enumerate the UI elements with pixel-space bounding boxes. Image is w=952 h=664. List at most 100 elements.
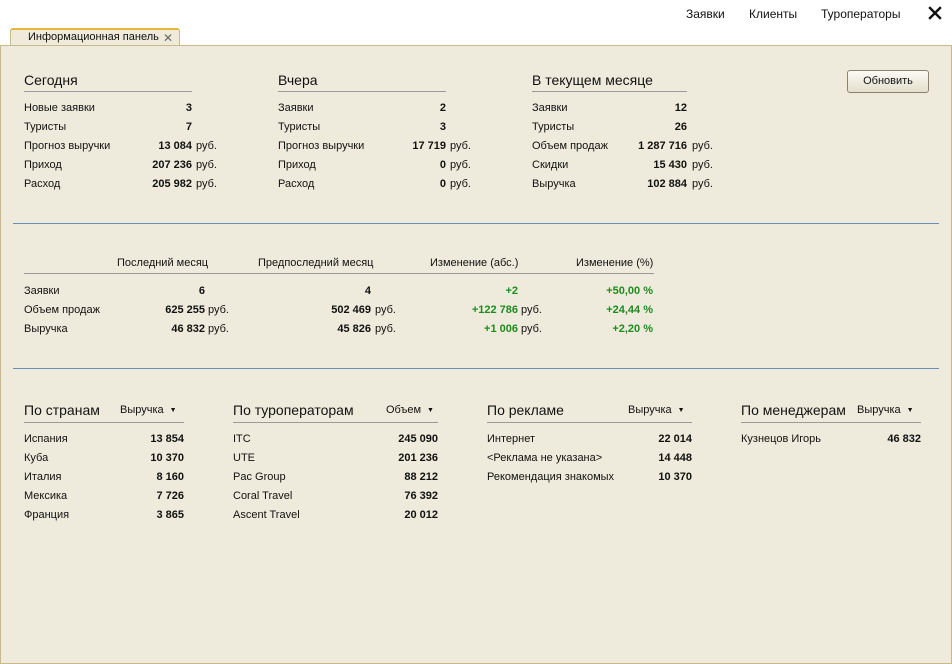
- col-header-last-month: Последний месяц: [117, 257, 209, 269]
- compare-abs-unit: руб.: [521, 304, 542, 316]
- month-row-label: Туристы: [532, 121, 575, 133]
- by-country-row-value: 10 370: [150, 452, 184, 464]
- compare-last-unit: руб.: [208, 323, 229, 335]
- today-row-label: Туристы: [24, 121, 67, 133]
- section-underline: [24, 91, 192, 92]
- section-title-by-operator: По туроператорам: [233, 402, 354, 418]
- today-row-label: Новые заявки: [24, 102, 95, 114]
- by-operator-row-value: 88 212: [404, 471, 438, 483]
- yesterday-row-label: Заявки: [278, 102, 314, 114]
- by-country-row-value: 8 160: [156, 471, 184, 483]
- dropdown-value: Выручка: [628, 404, 672, 416]
- dropdown-arrow-icon: ▼: [906, 407, 914, 414]
- menu-item-clients[interactable]: Клиенты: [749, 7, 797, 21]
- today-row-value: 7: [185, 121, 192, 133]
- compare-row-label: Заявки: [24, 285, 60, 297]
- menu-item-requests[interactable]: Заявки: [686, 7, 725, 21]
- by-operator-row-label: ITC: [233, 433, 251, 445]
- compare-prev-value: 4: [364, 285, 371, 297]
- compare-prev-unit: руб.: [375, 304, 396, 316]
- dropdown-arrow-icon: ▼: [677, 407, 685, 414]
- today-row-value: 205 982: [152, 178, 192, 190]
- compare-abs-value: +2: [505, 285, 518, 297]
- today-row-unit: руб.: [196, 140, 217, 152]
- compare-last-value: 46 832: [171, 323, 205, 335]
- month-row-value: 102 884: [647, 178, 687, 190]
- section-underline: [532, 91, 687, 92]
- section-underline: [278, 91, 446, 92]
- by-ads-metric-dropdown[interactable]: Выручка ▼: [628, 404, 685, 416]
- compare-last-unit: руб.: [208, 304, 229, 316]
- by-manager-metric-dropdown[interactable]: Выручка ▼: [857, 404, 914, 416]
- compare-last-value: 625 255: [165, 304, 205, 316]
- section-title-by-manager: По менеджерам: [741, 402, 846, 418]
- refresh-button[interactable]: Обновить: [847, 70, 929, 93]
- compare-abs-value: +122 786: [471, 304, 518, 316]
- month-row-value: 15 430: [653, 159, 687, 171]
- section-title-by-ads: По рекламе: [487, 402, 564, 418]
- close-window-icon[interactable]: [926, 2, 946, 24]
- by-operator-metric-dropdown[interactable]: Объем ▼: [386, 404, 434, 416]
- yesterday-row-unit: руб.: [450, 140, 471, 152]
- compare-row-label: Объем продаж: [24, 304, 100, 316]
- by-country-row-label: Италия: [24, 471, 62, 483]
- tab-strip: Информационная панель ✕: [0, 28, 952, 46]
- month-row-label: Выручка: [532, 178, 576, 190]
- menu-item-operators[interactable]: Туроператоры: [821, 7, 900, 21]
- compare-prev-value: 502 469: [331, 304, 371, 316]
- today-row-value: 3: [185, 102, 192, 114]
- compare-pct-value: +2,20 %: [612, 323, 653, 335]
- month-row-label: Заявки: [532, 102, 568, 114]
- by-country-row-label: Испания: [24, 433, 68, 445]
- compare-pct-value: +24,44 %: [606, 304, 653, 316]
- by-ads-row-label: <Реклама не указана>: [487, 452, 603, 464]
- tab-close-icon[interactable]: ✕: [163, 31, 173, 45]
- yesterday-row-value: 17 719: [412, 140, 446, 152]
- by-operator-row-value: 201 236: [398, 452, 438, 464]
- compare-prev-value: 45 826: [337, 323, 371, 335]
- yesterday-row-label: Туристы: [278, 121, 321, 133]
- divider: [13, 368, 939, 369]
- yesterday-row-value: 3: [439, 121, 446, 133]
- section-title-current-month: В текущем месяце: [532, 72, 653, 88]
- by-operator-row-value: 76 392: [404, 490, 438, 502]
- top-menu-bar: Заявки Клиенты Туроператоры: [0, 0, 952, 28]
- compare-row-label: Выручка: [24, 323, 68, 335]
- month-row-unit: руб.: [692, 178, 713, 190]
- by-operator-row-label: Ascent Travel: [233, 509, 300, 521]
- today-row-value: 13 084: [158, 140, 192, 152]
- month-row-value: 26: [674, 121, 687, 133]
- month-row-label: Скидки: [532, 159, 569, 171]
- by-country-metric-dropdown[interactable]: Выручка ▼: [120, 404, 177, 416]
- dropdown-arrow-icon: ▼: [169, 407, 177, 414]
- month-row-value: 12: [674, 102, 687, 114]
- compare-last-value: 6: [198, 285, 205, 297]
- today-row-value: 207 236: [152, 159, 192, 171]
- yesterday-row-value: 2: [439, 102, 446, 114]
- by-operator-row-label: Pac Group: [233, 471, 286, 483]
- section-underline: [741, 422, 921, 423]
- tab-label: Информационная панель: [28, 31, 159, 43]
- by-country-row-label: Куба: [24, 452, 49, 464]
- tab-info-panel[interactable]: Информационная панель ✕: [10, 28, 180, 46]
- yesterday-row-label: Расход: [278, 178, 315, 190]
- today-row-label: Приход: [24, 159, 62, 171]
- by-country-row-label: Франция: [24, 509, 70, 521]
- section-underline: [487, 422, 692, 423]
- compare-prev-unit: руб.: [375, 323, 396, 335]
- by-country-row-value: 7 726: [156, 490, 184, 502]
- section-title-by-country: По странам: [24, 402, 100, 418]
- compare-abs-unit: руб.: [521, 323, 542, 335]
- month-row-value: 1 287 716: [638, 140, 687, 152]
- table-header-underline: [24, 273, 654, 274]
- by-operator-row-value: 245 090: [398, 433, 438, 445]
- dropdown-value: Выручка: [857, 404, 901, 416]
- by-country-row-value: 3 865: [156, 509, 184, 521]
- today-row-unit: руб.: [196, 178, 217, 190]
- dropdown-arrow-icon: ▼: [427, 407, 434, 414]
- section-title-today: Сегодня: [24, 72, 78, 88]
- by-manager-row-label: Кузнецов Игорь: [741, 433, 821, 445]
- section-underline: [24, 422, 184, 423]
- month-row-unit: руб.: [692, 140, 713, 152]
- col-header-change-pct: Изменение (%): [576, 257, 654, 269]
